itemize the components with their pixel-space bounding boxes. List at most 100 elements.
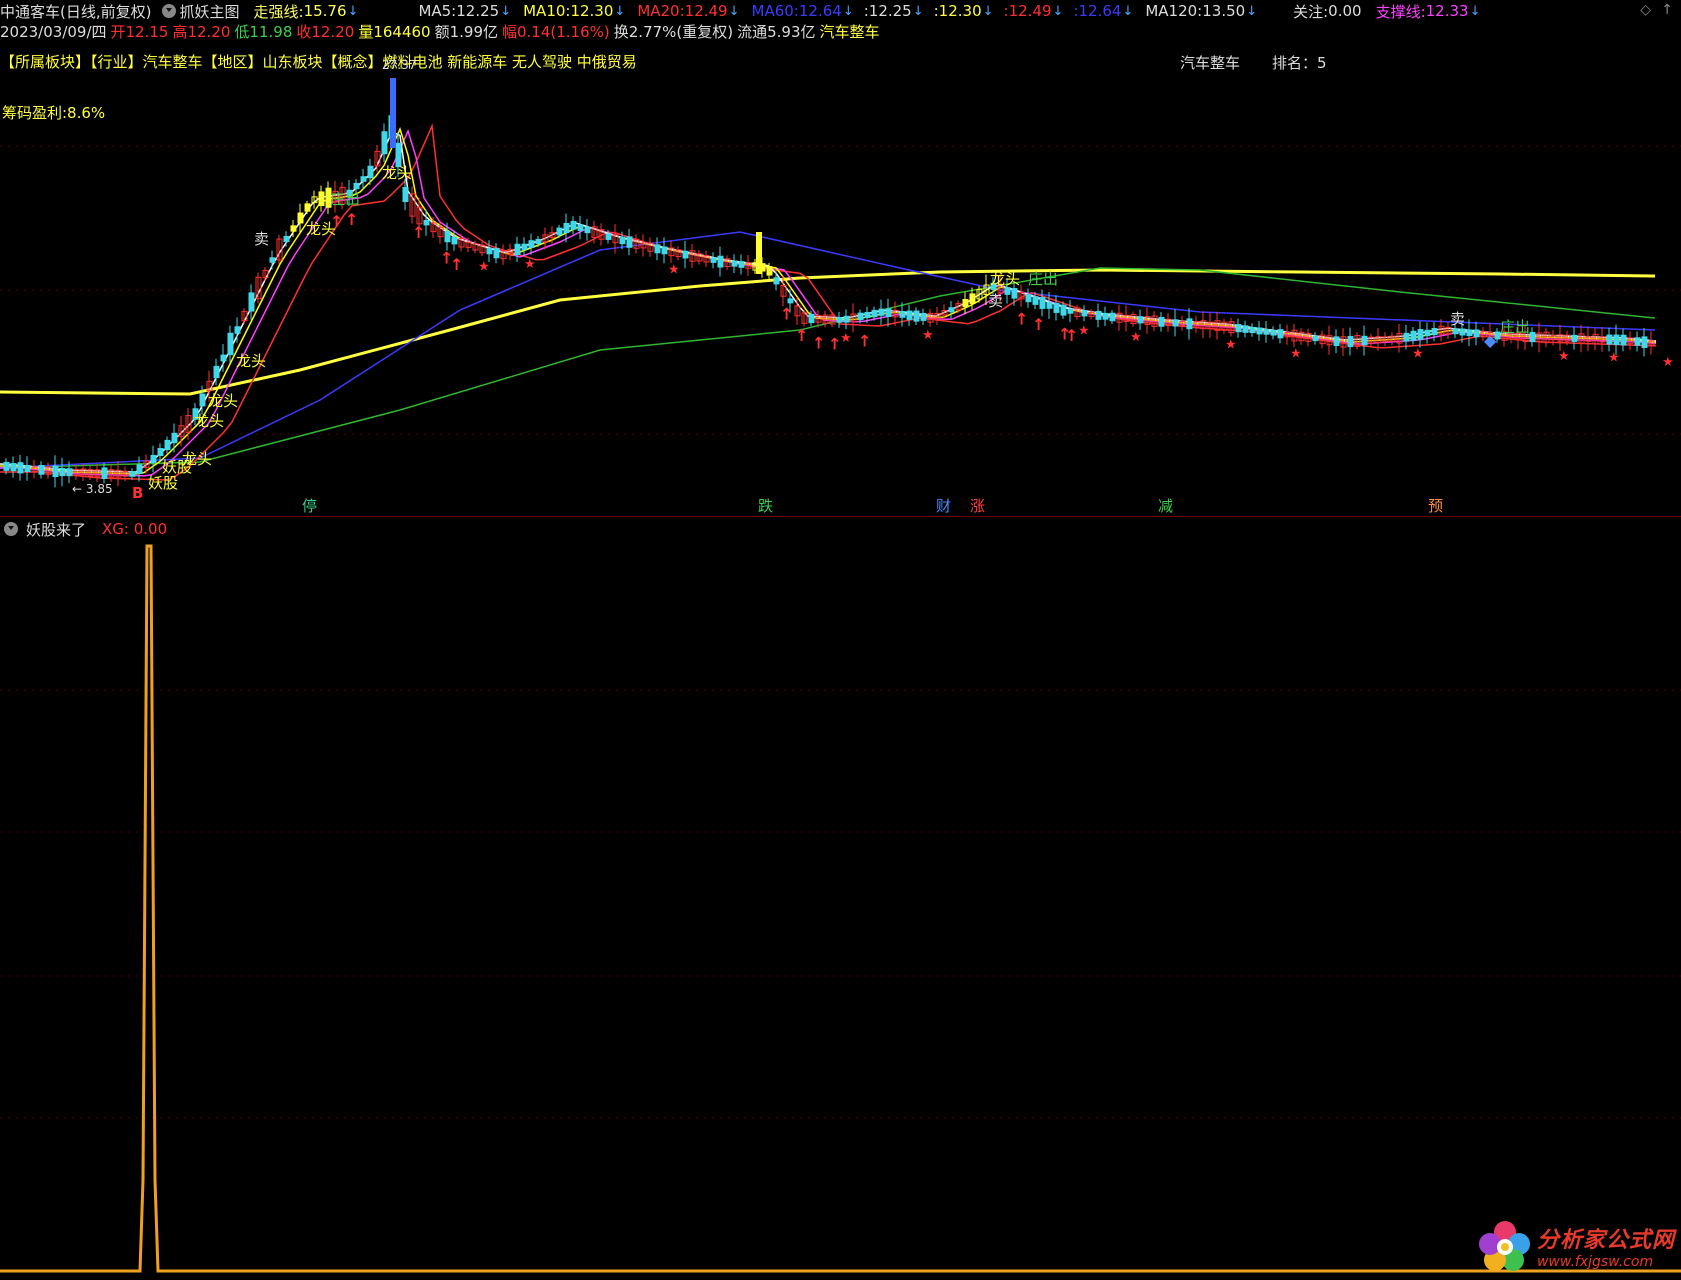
marker-die: 跌 (758, 497, 774, 515)
candle-body (766, 266, 773, 276)
candle-body (514, 243, 521, 256)
candle-body (1403, 332, 1410, 342)
candle-body (864, 311, 871, 319)
ma10-line (0, 126, 1657, 475)
dragon-label: 龙头 (382, 164, 413, 182)
red-up-arrow-icon: ↑ (1032, 315, 1045, 334)
candle-body (1417, 329, 1424, 340)
candle-body (1242, 325, 1249, 333)
ma5-line (0, 130, 1657, 473)
flower-logo-icon (1478, 1221, 1530, 1271)
red-star-icon: ★ (1558, 349, 1570, 364)
candle-body (318, 191, 325, 206)
candle-body (577, 224, 584, 231)
candle-body (367, 165, 374, 179)
candle-body (248, 292, 255, 312)
candle-body (1424, 329, 1431, 337)
buy-signal-b: B (132, 484, 144, 502)
strong-line (0, 268, 1656, 396)
candle-body (857, 312, 864, 321)
candle-body (1641, 336, 1648, 349)
dragon-label: 龙头 (990, 270, 1021, 288)
sell-signal-label: 卖 (254, 230, 270, 248)
watermark-url: www.fxjgsw.com (1536, 1254, 1654, 1270)
xg-value-label: XG: 0.00 (102, 520, 168, 538)
red-star-icon: ★ (524, 257, 536, 272)
watermark: 分析家公式网 www.fxjgsw.com (1477, 1218, 1675, 1274)
candle-body (738, 261, 745, 268)
sell-signal-label: 卖 (1450, 310, 1466, 328)
candle-body (1410, 330, 1417, 341)
dragon-label: 龙头 (306, 220, 337, 238)
candle-body (164, 439, 171, 451)
red-star-icon: ★ (668, 263, 680, 278)
zhuangchu-label: 庄出 (1028, 270, 1059, 288)
watermark-text: 分析家公式网 www.fxjgsw.com (1537, 1222, 1675, 1270)
marker-ting: 停 (302, 497, 318, 515)
candle-body (836, 316, 843, 323)
candle-body (871, 309, 878, 318)
candle-body (199, 393, 206, 407)
candle-body (1347, 335, 1354, 348)
red-star-icon: ★ (1078, 324, 1090, 339)
xg-signal-line (0, 544, 1681, 1273)
candle-body (535, 238, 542, 245)
candle-body (1312, 335, 1319, 342)
dragon-label: 龙头 (236, 352, 267, 370)
candle-body (1613, 334, 1620, 346)
candle-body (710, 257, 717, 263)
candle-body (969, 293, 976, 304)
candle-body (878, 308, 885, 316)
candle-body (234, 326, 241, 334)
candle-body (521, 243, 528, 250)
candle-body (1137, 316, 1144, 324)
candle-body (1158, 317, 1165, 327)
candle-body (283, 235, 290, 243)
candle-body (661, 246, 668, 255)
candle-body (1032, 296, 1039, 305)
watermark-title: 分析家公式网 (1536, 1228, 1675, 1253)
candle-body (1011, 288, 1018, 299)
red-star-icon: ★ (1412, 347, 1424, 362)
candle-body (717, 255, 724, 268)
indicator-dropdown-icon[interactable] (4, 522, 18, 536)
sell-signal-label: 卖 (988, 292, 1004, 310)
candle-body (360, 176, 367, 182)
candlestick-chart[interactable]: ↑ ↑↑↑↑↑↑ ↑ ↑ ↑↑ ↑ ↑↑★ ★ ★★ ★ ★ ★★★ ★ ★ ★ ★◆ (0, 0, 1681, 516)
candle-body (756, 232, 762, 274)
candle-body (563, 222, 570, 234)
candle-body (654, 244, 661, 254)
red-up-arrow-icon: ↑ (795, 326, 808, 345)
candle-body (1620, 334, 1627, 346)
red-star-icon: ★ (1225, 338, 1237, 353)
marker-jian: 减 (1158, 497, 1174, 515)
red-star-icon: ★ (922, 328, 934, 343)
marker-zhang: 涨 (970, 497, 986, 515)
candle-body (808, 313, 815, 324)
candle-body (213, 365, 220, 379)
candle-body (1459, 328, 1466, 336)
xg-indicator-chart[interactable] (0, 540, 1681, 1280)
candle-body (486, 247, 493, 255)
candle-body (843, 315, 850, 323)
candle-body (1102, 312, 1109, 320)
candle-body (899, 311, 906, 318)
red-star-icon: ★ (1290, 346, 1302, 361)
candle-body (17, 462, 24, 474)
candle-body (136, 464, 143, 474)
candle-body (584, 226, 591, 234)
candle-body (605, 233, 612, 240)
candle-body (619, 236, 626, 245)
candle-body (157, 447, 164, 457)
candle-body (493, 248, 500, 259)
lower-indicator-name[interactable]: 妖股来了 (26, 519, 86, 540)
candle-body (1606, 334, 1613, 345)
zhuangchu-label: 庄出 (1500, 318, 1531, 336)
red-up-arrow-icon: ↑ (412, 223, 425, 242)
candle-body (626, 236, 633, 248)
red-up-arrow-icon: ↑ (812, 334, 825, 353)
candle-body (1431, 328, 1438, 336)
candle-body (390, 78, 396, 148)
candle-body (1361, 335, 1368, 346)
candle-body (59, 467, 66, 477)
